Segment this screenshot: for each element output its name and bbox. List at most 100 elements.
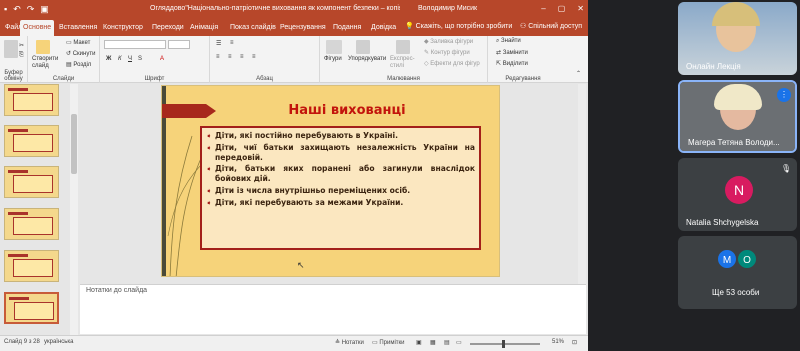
slideshow-view-icon[interactable]: ▭ (456, 339, 462, 346)
participant-tile-lecture[interactable]: Онлайн Лекція (678, 2, 797, 75)
select-button[interactable]: ⇱ Виділити (496, 60, 528, 67)
thumbnail-scrollbar[interactable] (70, 84, 78, 335)
notes-toggle[interactable]: ≜ Нотатки (335, 339, 364, 346)
document-title: Огляддово"Національно-патріотичне вихова… (150, 5, 400, 12)
tab-transitions[interactable]: Переходи (149, 20, 187, 36)
slides-group: Створити слайд ▭ Макет ↺ Скинути ▤ Розді… (28, 36, 100, 83)
drawing-group: Фігури Упорядкувати Експрес-стилі ◆ Зали… (320, 36, 488, 83)
reset-button[interactable]: ↺ Скинути (66, 50, 95, 57)
user-name[interactable]: Володимир Мисик (418, 0, 477, 18)
current-slide[interactable]: Наші вихованці ➧ Діти, які постійно переб… (161, 85, 500, 277)
tab-help[interactable]: Довідка (368, 20, 399, 36)
align-center-icon[interactable]: ≡ (228, 54, 232, 60)
share-icon: ⚇ (520, 23, 527, 30)
save-icon[interactable]: ▪ (4, 0, 7, 18)
new-slide-button[interactable]: Створити слайд (32, 56, 62, 70)
more-participants-tile[interactable]: M O Ще 53 особи (678, 236, 797, 309)
slide-thumbnail-selected[interactable] (4, 292, 59, 324)
shape-effects-button[interactable]: ◇ Ефекти для фігур (424, 60, 480, 67)
slide-thumbnail[interactable] (4, 250, 59, 282)
copy-icon[interactable]: ⎘ (19, 52, 24, 59)
shape-fill-button[interactable]: ◆ Заливка фігури (424, 38, 473, 45)
cut-icon[interactable]: ✂ (19, 42, 24, 49)
replace-icon: ⇄ (496, 50, 502, 56)
maximize-icon[interactable]: ▢ (558, 0, 566, 18)
slide-counter: Слайд 9 з 28 (4, 339, 40, 345)
language-indicator[interactable]: українська (44, 339, 74, 345)
minimize-icon[interactable]: – (541, 0, 545, 18)
window-controls: – ▢ ✕ (541, 0, 584, 18)
bullet-text-box[interactable]: ➧ Діти, які постійно перебувають в Україн… (200, 126, 481, 250)
tab-view[interactable]: Подання (330, 20, 364, 36)
comments-toggle[interactable]: ▭ Примітки (372, 339, 405, 346)
tab-insert[interactable]: Вставлення (56, 20, 100, 36)
layout-icon: ▭ (66, 40, 72, 46)
quick-styles-button[interactable]: Експрес-стилі (390, 56, 418, 70)
align-left-icon[interactable]: ≡ (216, 54, 220, 60)
slide-thumbnail[interactable] (4, 84, 59, 116)
justify-icon[interactable]: ≡ (252, 54, 256, 60)
present-icon[interactable]: ▣ (40, 0, 49, 18)
zoom-slider-knob[interactable] (502, 340, 505, 348)
thumbnail-title-bar (8, 254, 28, 257)
select-label: Виділити (502, 61, 528, 67)
tab-slideshow[interactable]: Показ слайдів (227, 20, 279, 36)
share-button[interactable]: ⚇ Спільний доступ (520, 20, 582, 34)
slide-title[interactable]: Наші вихованці (272, 103, 422, 118)
tab-home[interactable]: Основне (20, 20, 55, 36)
tab-review[interactable]: Рецензування (277, 20, 329, 36)
new-slide-icon[interactable] (36, 40, 50, 54)
shapes-icon[interactable] (326, 40, 342, 54)
normal-view-icon[interactable]: ▣ (416, 339, 422, 346)
slide-thumbnail[interactable] (4, 166, 59, 198)
fit-slide-icon[interactable]: ⊡ (572, 339, 577, 346)
tab-animations[interactable]: Анімація (187, 20, 221, 36)
shapes-button[interactable]: Фігури (324, 56, 342, 62)
align-right-icon[interactable]: ≡ (240, 54, 244, 60)
layout-button[interactable]: ▭ Макет (66, 39, 90, 46)
avatar: M (716, 248, 738, 270)
font-size-combo[interactable] (168, 40, 190, 49)
numbering-icon[interactable]: ≡ (230, 40, 234, 46)
slide-thumbnail[interactable] (4, 208, 59, 240)
close-icon[interactable]: ✕ (577, 0, 584, 18)
thumbnail-content (13, 259, 53, 277)
tell-me-search[interactable]: 💡 Скажіть, що потрібно зробити (405, 20, 512, 34)
participant-tile-natalia[interactable]: 🎙 N Natalia Shchygelska (678, 158, 797, 231)
effects-icon: ◇ (424, 61, 429, 67)
collapse-ribbon-icon[interactable]: ⌃ (576, 70, 581, 77)
title-bar: ▪ ↶ ↷ ▣ Огляддово"Національно-патріотичн… (0, 0, 588, 18)
redo-icon[interactable]: ↷ (27, 0, 35, 18)
thumbnail-title-bar (8, 129, 28, 132)
arrange-button[interactable]: Упорядкувати (348, 56, 386, 62)
editor-scrollbar[interactable] (578, 84, 586, 284)
replace-button[interactable]: ⇄ Замінити (496, 49, 528, 56)
quick-styles-icon[interactable] (396, 40, 410, 54)
tab-design[interactable]: Конструктор (100, 20, 146, 36)
bullets-icon[interactable]: ☰ (216, 40, 221, 47)
paste-icon[interactable] (4, 40, 18, 58)
section-button[interactable]: ▤ Розділ (66, 61, 91, 68)
shape-outline-button[interactable]: ✎ Контур фігури (424, 49, 470, 56)
shadow-icon[interactable]: S (138, 56, 142, 62)
font-color-icon[interactable]: A (160, 56, 164, 62)
slide-thumbnails (0, 84, 80, 335)
arrange-icon[interactable] (356, 40, 370, 54)
underline-icon[interactable]: Ч (128, 56, 132, 62)
slide-thumbnail[interactable] (4, 125, 59, 157)
undo-icon[interactable]: ↶ (13, 0, 21, 18)
scrollbar-handle[interactable] (71, 114, 77, 174)
notes-pane[interactable]: Нотатки до слайда (80, 284, 586, 334)
arrow-bullet-icon: ➧ (206, 132, 212, 140)
bold-icon[interactable]: Ж (106, 56, 111, 62)
zoom-level[interactable]: 51% (552, 339, 564, 345)
font-name-combo[interactable] (104, 40, 166, 49)
participant-tile-speaking[interactable]: ⋮ Магера Тетяна Володи... (678, 80, 797, 153)
slide-sorter-icon[interactable]: ▦ (430, 339, 436, 346)
zoom-slider[interactable] (470, 340, 540, 348)
italic-icon[interactable]: К (118, 56, 122, 62)
layout-label: Макет (73, 40, 91, 46)
cursor-icon: ⇱ (496, 61, 502, 67)
reading-view-icon[interactable]: ▤ (444, 339, 450, 346)
find-button[interactable]: ⌕ Знайти (496, 38, 521, 45)
